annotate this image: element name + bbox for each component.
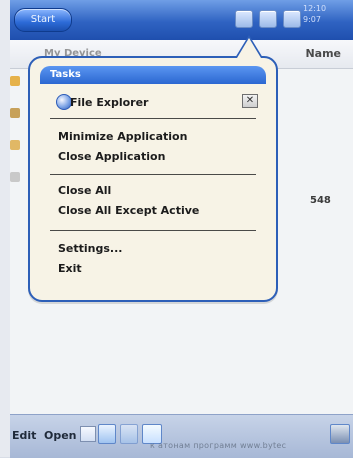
menu-item-minimize-application[interactable]: Minimize Application: [58, 130, 187, 143]
menu-item-close-all[interactable]: Close All: [58, 184, 111, 197]
device: Start 12:10 9:07 My Device Name 548 Task…: [0, 0, 353, 458]
folder-icon: [10, 140, 20, 150]
menu-item-close-application[interactable]: Close Application: [58, 150, 165, 163]
screen: Start 12:10 9:07 My Device Name 548 Task…: [10, 0, 353, 458]
file-size: 548: [310, 195, 331, 206]
divider: [50, 230, 256, 231]
open-menu[interactable]: Open: [44, 429, 77, 442]
system-tray: [235, 10, 301, 28]
tasks-popup: Tasks File Explorer ✕ Minimize Applicati…: [28, 35, 278, 302]
menu-item-settings[interactable]: Settings...: [58, 242, 122, 255]
clock-line-1: 12:10: [303, 4, 327, 13]
tray-icon-3[interactable]: [283, 10, 301, 28]
watermark: к атонам программ www.bytec: [150, 441, 287, 450]
edit-menu[interactable]: Edit: [12, 429, 36, 442]
tray-icon-2[interactable]: [259, 10, 277, 28]
active-app-file-explorer[interactable]: File Explorer: [70, 96, 148, 109]
tasks-title: Tasks: [40, 66, 266, 84]
clock-line-2: 9:07: [303, 15, 321, 24]
bottom-bar: Edit Open к атонам программ www.bytec: [10, 414, 353, 458]
menu-item-close-all-except-active[interactable]: Close All Except Active: [58, 204, 199, 217]
divider: [50, 118, 256, 119]
keyboard-icon[interactable]: [330, 424, 350, 444]
menu-item-exit[interactable]: Exit: [58, 262, 82, 275]
file-icon: [10, 172, 20, 182]
divider: [50, 174, 256, 175]
close-icon[interactable]: ✕: [242, 94, 258, 108]
volume-icon[interactable]: [120, 424, 138, 444]
name-column-header[interactable]: Name: [305, 47, 341, 60]
folder-icon: [10, 108, 20, 118]
start-button[interactable]: Start: [14, 8, 72, 32]
top-bar: Start 12:10 9:07: [10, 0, 353, 40]
network-icon[interactable]: [98, 424, 116, 444]
tray-icon-1[interactable]: [235, 10, 253, 28]
clock[interactable]: 12:10 9:07: [303, 3, 343, 25]
folder-icon: [10, 76, 20, 86]
list-icons-strip: [10, 68, 24, 188]
chevron-up-icon[interactable]: [80, 426, 96, 442]
